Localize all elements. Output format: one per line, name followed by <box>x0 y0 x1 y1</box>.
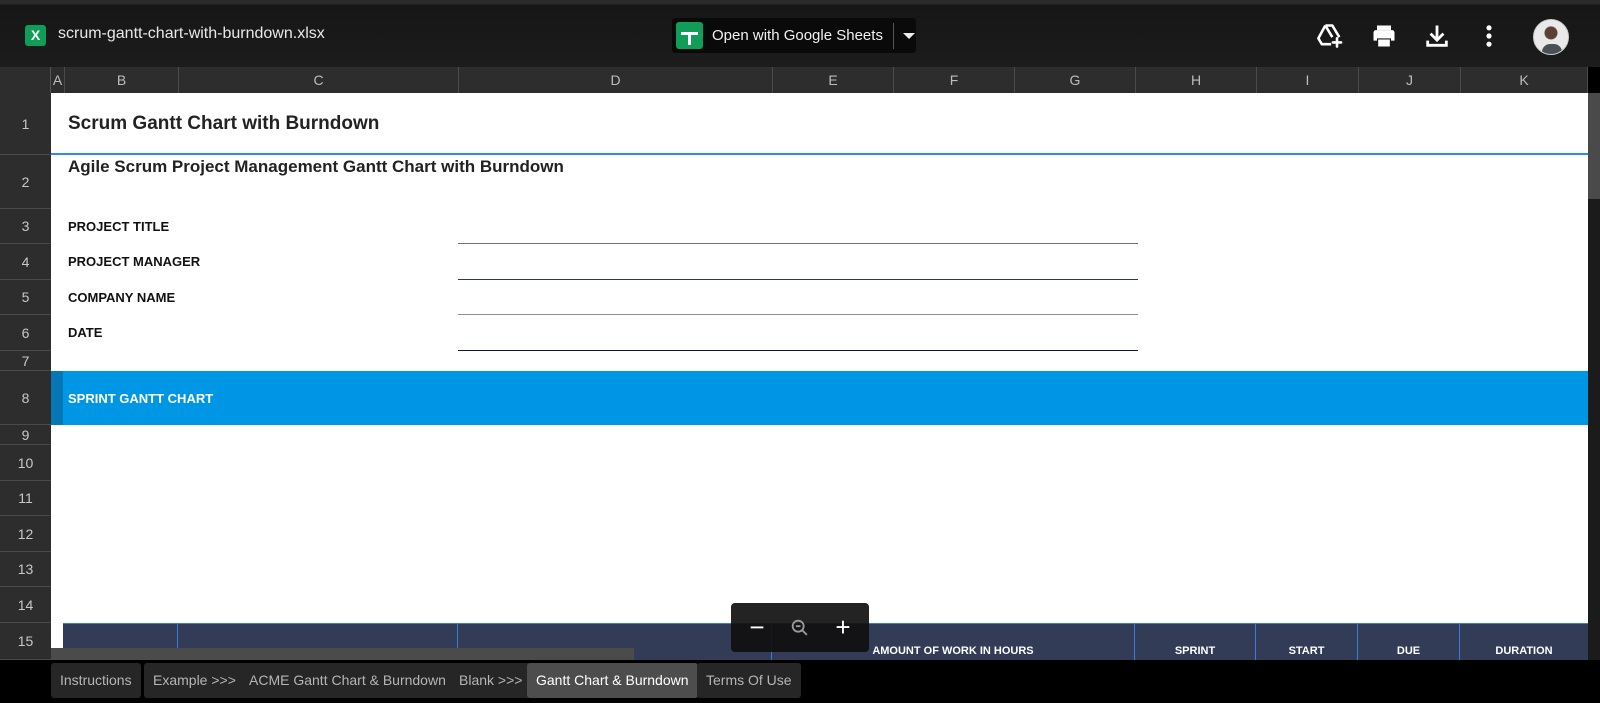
section-title: SPRINT GANTT CHART <box>68 391 214 406</box>
print-icon[interactable] <box>1370 22 1398 50</box>
zoom-icon <box>791 619 808 636</box>
row-header[interactable]: 2 <box>0 155 51 209</box>
sheet-tabs-bar: Instructions Example >>> ACME Gantt Char… <box>0 660 1600 703</box>
column-header[interactable]: K <box>1461 67 1588 93</box>
column-header[interactable]: C <box>179 67 459 93</box>
start-header[interactable]: START <box>1255 624 1357 660</box>
company-name-field[interactable] <box>458 314 1138 315</box>
add-to-drive-icon[interactable] <box>1316 22 1344 50</box>
horizontal-scrollbar[interactable] <box>51 648 634 660</box>
zoom-in-button[interactable]: + <box>823 612 863 643</box>
row-header[interactable]: 15 <box>0 623 51 660</box>
column-header[interactable]: D <box>459 67 773 93</box>
row-header[interactable]: 11 <box>0 481 51 516</box>
row-header[interactable]: 9 <box>0 425 51 445</box>
date-field[interactable] <box>458 350 1138 351</box>
due-header[interactable]: DUE <box>1357 624 1459 660</box>
row-header[interactable]: 8 <box>0 371 51 425</box>
zoom-control: − + <box>731 603 869 652</box>
company-name-label: COMPANY NAME <box>68 290 176 305</box>
column-header[interactable]: J <box>1359 67 1461 93</box>
duration-header[interactable]: DURATION <box>1459 624 1588 660</box>
column-header[interactable]: F <box>894 67 1015 93</box>
download-icon[interactable] <box>1423 22 1451 50</box>
row-header[interactable]: 4 <box>0 244 51 280</box>
sheet-tab-instructions[interactable]: Instructions <box>51 663 141 698</box>
scrollbar-thumb[interactable] <box>1588 93 1600 199</box>
row-header[interactable]: 7 <box>0 351 51 371</box>
open-with-label: Open with Google Sheets <box>712 27 883 44</box>
spreadsheet-grid[interactable]: Scrum Gantt Chart with Burndown Agile Sc… <box>51 93 1588 660</box>
date-label: DATE <box>68 325 103 340</box>
excel-file-icon: X <box>25 25 46 46</box>
google-sheets-icon <box>676 22 703 49</box>
row-header[interactable]: 13 <box>0 552 51 587</box>
divider <box>892 22 894 49</box>
divider <box>51 153 1588 155</box>
chevron-down-icon[interactable] <box>902 32 915 39</box>
sheet-subtitle: Agile Scrum Project Management Gantt Cha… <box>68 157 564 176</box>
row-headers: 1 2 3 4 5 6 7 8 9 10 11 12 13 14 15 <box>0 93 51 660</box>
row-header[interactable]: 3 <box>0 209 51 244</box>
column-headers: A B C D E F G H I J K <box>0 67 1588 93</box>
sheet-title: Scrum Gantt Chart with Burndown <box>68 113 380 134</box>
row-header[interactable]: 1 <box>0 93 51 155</box>
avatar[interactable] <box>1533 19 1569 55</box>
band-edge <box>51 371 63 425</box>
project-manager-label: PROJECT MANAGER <box>68 254 201 269</box>
sheet-tab-terms-of-use[interactable]: Terms Of Use <box>697 663 801 698</box>
file-name: scrum-gantt-chart-with-burndown.xlsx <box>58 25 325 42</box>
column-header[interactable]: A <box>51 67 65 93</box>
sprint-gantt-chart-band: SPRINT GANTT CHART <box>51 371 1588 425</box>
row-header[interactable]: 14 <box>0 587 51 623</box>
column-header[interactable]: H <box>1136 67 1257 93</box>
project-title-label: PROJECT TITLE <box>68 219 170 234</box>
sheet-tab-example[interactable]: Example >>> <box>144 663 245 698</box>
row-header[interactable]: 12 <box>0 516 51 552</box>
sheet-tab-blank[interactable]: Blank >>> <box>450 663 532 698</box>
row-header[interactable]: 5 <box>0 280 51 315</box>
sprint-header[interactable]: SPRINT <box>1134 624 1255 660</box>
open-with-google-sheets-button[interactable]: Open with Google Sheets <box>672 18 916 53</box>
select-all-corner[interactable] <box>0 67 51 93</box>
more-vert-icon[interactable] <box>1475 22 1503 50</box>
row-header[interactable]: 10 <box>0 445 51 481</box>
project-title-field[interactable] <box>458 243 1138 244</box>
column-header[interactable]: G <box>1015 67 1136 93</box>
zoom-out-button[interactable]: − <box>737 612 777 643</box>
column-header[interactable]: I <box>1257 67 1359 93</box>
column-header[interactable]: B <box>65 67 179 93</box>
vertical-scrollbar[interactable] <box>1588 93 1600 660</box>
row-header[interactable]: 6 <box>0 315 51 351</box>
sheet-tab-gantt-chart-burndown[interactable]: Gantt Chart & Burndown <box>527 663 698 698</box>
project-manager-field[interactable] <box>458 279 1138 280</box>
column-header[interactable]: E <box>773 67 894 93</box>
viewer-toolbar: X scrum-gantt-chart-with-burndown.xlsx O… <box>0 0 1600 67</box>
sheet-tab-acme[interactable]: ACME Gantt Chart & Burndown <box>240 663 455 698</box>
